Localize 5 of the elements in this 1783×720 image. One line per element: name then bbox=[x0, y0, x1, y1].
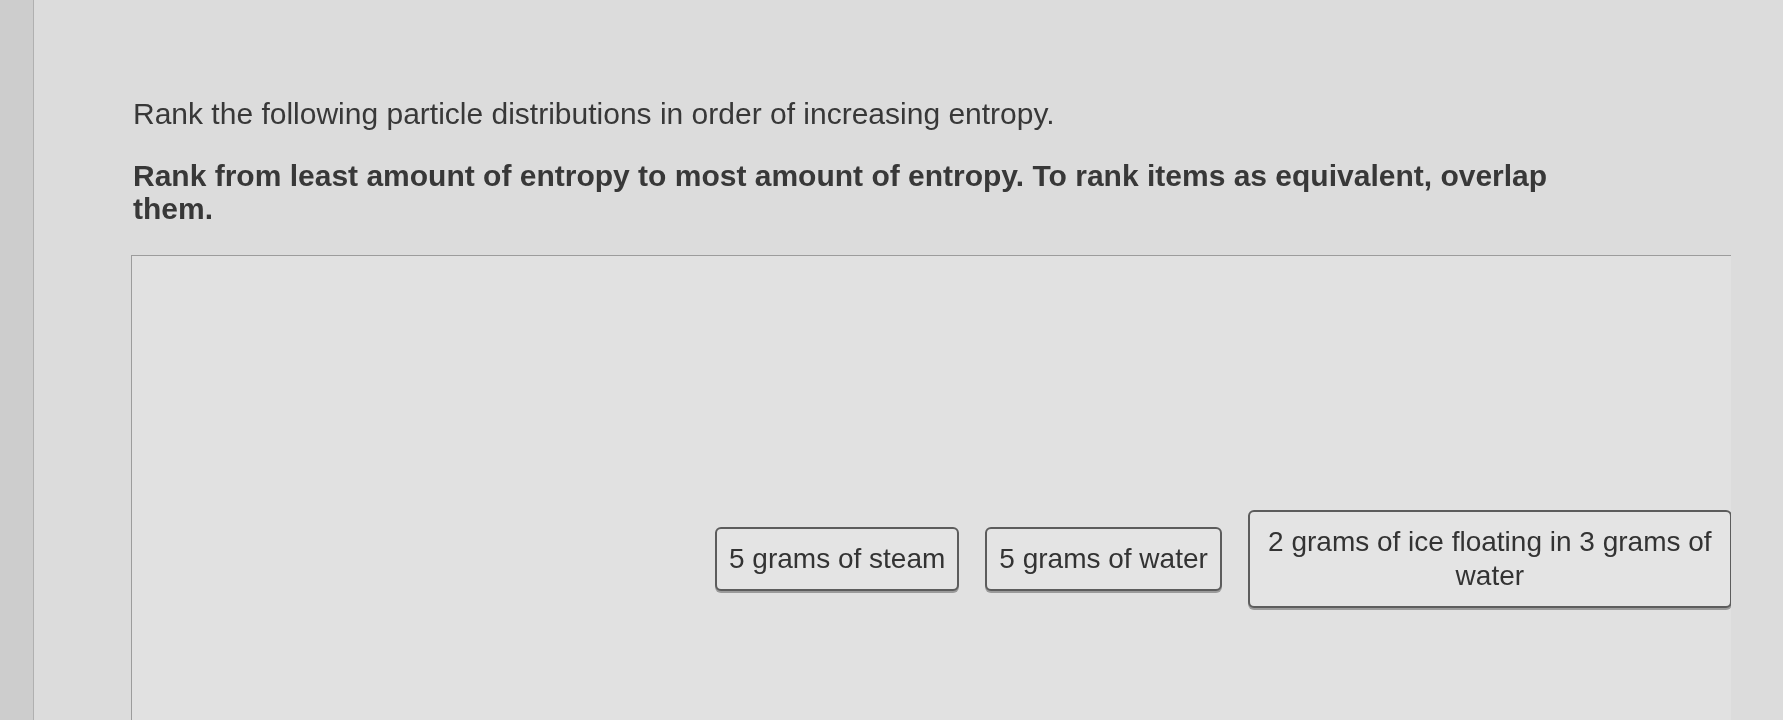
draggable-answer-card[interactable]: 5 grams of water bbox=[985, 527, 1222, 591]
question-prompt: Rank the following particle distributions in order of increasing entropy. bbox=[133, 97, 1056, 130]
question-instruction: Rank from least amount of entropy to most amount of entropy. To rank items as equivalent, overlap them. bbox=[133, 159, 1549, 225]
draggable-answer-card[interactable]: 5 grams of steam bbox=[715, 527, 960, 591]
draggable-answer-card[interactable]: 2 grams of ice floating in 3 grams of water bbox=[1247, 510, 1731, 608]
